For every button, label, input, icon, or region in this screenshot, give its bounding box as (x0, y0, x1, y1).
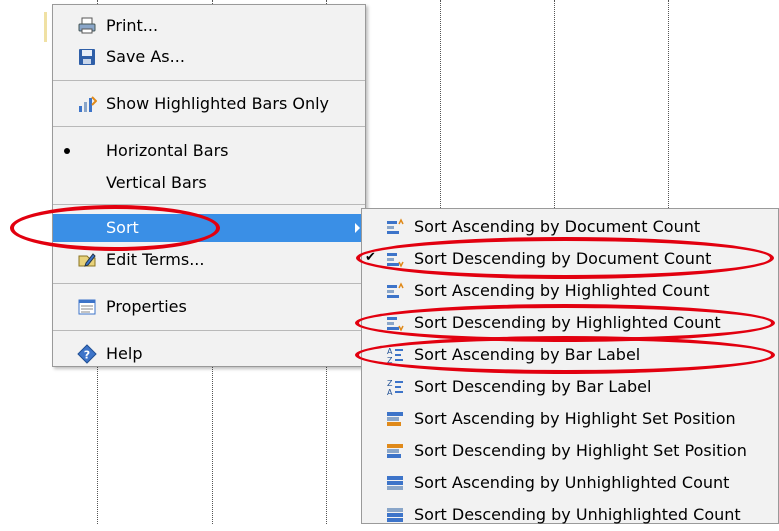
properties-icon (77, 297, 97, 317)
submenu-item-label: Sort Ascending by Document Count (414, 217, 701, 236)
submenu-item-label: Sort Ascending by Bar Label (414, 345, 641, 364)
edit-terms-icon (77, 250, 97, 270)
submenu-item-label: Sort Descending by Document Count (414, 249, 712, 268)
floppy-disk-icon (77, 47, 97, 67)
submenu-item-sort-desc-highlight-set[interactable]: Sort Descending by Highlight Set Positio… (362, 435, 778, 467)
svg-text:?: ? (84, 349, 90, 362)
menu-item-sort[interactable]: Sort (53, 214, 365, 242)
submenu-item-label: Sort Ascending by Unhighlighted Count (414, 473, 730, 492)
submenu-item-sort-desc-document-count[interactable]: ✔ Sort Descending by Document Count (362, 243, 778, 275)
menu-item-label: Vertical Bars (106, 173, 207, 192)
menu-item-save-as[interactable]: Save As... (53, 43, 365, 71)
menu-item-vertical-bars[interactable]: Vertical Bars (53, 169, 365, 197)
menu-item-label: Sort (106, 218, 139, 237)
submenu-item-label: Sort Descending by Bar Label (414, 377, 652, 396)
printer-icon (77, 16, 97, 36)
sort-asc-count-icon (386, 282, 404, 300)
help-icon: ? (77, 344, 97, 364)
context-menu: Print... Save As... Show Highlighted Bar… (52, 4, 366, 367)
submenu-item-label: Sort Descending by Highlighted Count (414, 313, 721, 332)
menu-item-label: Help (106, 344, 143, 363)
menu-item-help[interactable]: ? Help (53, 340, 365, 368)
submenu-item-sort-asc-unhighlighted-count[interactable]: Sort Ascending by Unhighlighted Count (362, 467, 778, 499)
svg-text:Z: Z (387, 356, 393, 364)
sort-unhl-asc-icon (386, 474, 404, 492)
submenu-item-label: Sort Descending by Unhighlighted Count (414, 505, 741, 524)
submenu-item-sort-asc-highlighted-count[interactable]: Sort Ascending by Highlighted Count (362, 275, 778, 307)
menu-item-horizontal-bars[interactable]: Horizontal Bars (53, 137, 365, 165)
highlighted-bars-icon (77, 94, 98, 114)
sort-submenu: Sort Ascending by Document Count ✔ Sort … (361, 208, 779, 524)
menu-item-print[interactable]: Print... (53, 12, 365, 40)
sort-alpha-desc-icon: ZA (386, 378, 404, 397)
sort-set-asc-icon (386, 410, 404, 428)
sort-desc-count-icon (386, 314, 404, 332)
submenu-item-sort-asc-bar-label[interactable]: AZ Sort Ascending by Bar Label (362, 339, 778, 371)
sort-alpha-asc-icon: AZ (386, 346, 404, 365)
menu-separator (53, 80, 365, 81)
submenu-item-sort-asc-highlight-set[interactable]: Sort Ascending by Highlight Set Position (362, 403, 778, 435)
menu-item-label: Save As... (106, 47, 185, 66)
submenu-item-sort-desc-bar-label[interactable]: ZA Sort Descending by Bar Label (362, 371, 778, 403)
sort-asc-count-icon (386, 218, 404, 236)
submenu-item-sort-desc-unhighlighted-count[interactable]: Sort Descending by Unhighlighted Count (362, 499, 778, 531)
menu-item-label: Horizontal Bars (106, 141, 229, 160)
menu-item-show-highlighted[interactable]: Show Highlighted Bars Only (53, 90, 365, 118)
sort-desc-count-icon (386, 250, 404, 268)
menu-item-label: Edit Terms... (106, 250, 205, 269)
submenu-item-label: Sort Descending by Highlight Set Positio… (414, 441, 747, 460)
radio-selected-icon (64, 148, 70, 154)
svg-text:A: A (387, 347, 393, 356)
menu-separator (53, 330, 365, 331)
submenu-item-label: Sort Ascending by Highlighted Count (414, 281, 710, 300)
menu-separator (53, 204, 365, 205)
menu-item-label: Print... (106, 16, 159, 35)
chart-bar-fragment (44, 12, 47, 42)
menu-separator (53, 283, 365, 284)
submenu-item-sort-asc-document-count[interactable]: Sort Ascending by Document Count (362, 211, 778, 243)
menu-item-label: Show Highlighted Bars Only (106, 94, 330, 113)
menu-item-edit-terms[interactable]: Edit Terms... (53, 246, 365, 274)
menu-separator (53, 126, 365, 127)
menu-item-properties[interactable]: Properties (53, 293, 365, 321)
sort-unhl-desc-icon (386, 506, 404, 524)
sort-set-desc-icon (386, 442, 404, 460)
menu-item-label: Properties (106, 297, 187, 316)
submenu-item-label: Sort Ascending by Highlight Set Position (414, 409, 736, 428)
checkmark-icon: ✔ (365, 250, 376, 265)
svg-text:Z: Z (387, 379, 393, 388)
svg-text:A: A (387, 388, 393, 396)
submenu-item-sort-desc-highlighted-count[interactable]: Sort Descending by Highlighted Count (362, 307, 778, 339)
submenu-arrow-icon (355, 223, 360, 233)
